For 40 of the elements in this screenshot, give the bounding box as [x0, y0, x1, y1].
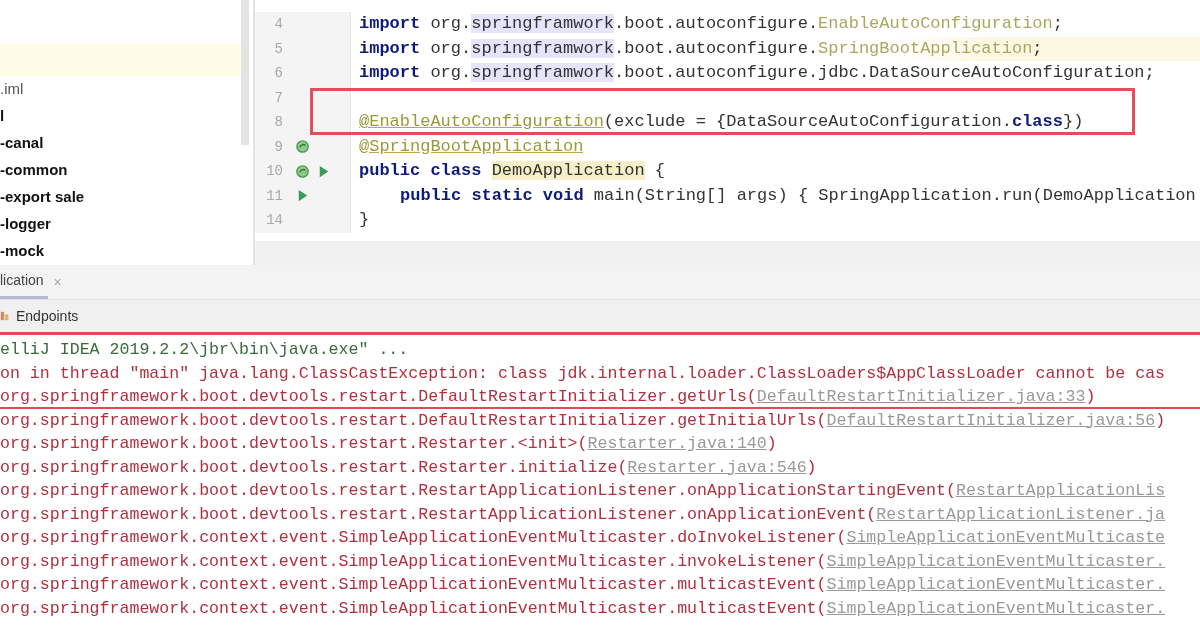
line-number: 4 [273, 16, 283, 33]
tree-item[interactable]: -export sale [0, 183, 253, 210]
console-line: org.springframework.context.event.SimpleApplicationEventMulticaster.invokeListener(SimpleApplicationEventMulticaster. [0, 550, 1167, 573]
endpoints-tab[interactable]: Endpoints [16, 308, 79, 324]
endpoints-icon [0, 309, 10, 323]
line-number: 7 [273, 89, 283, 106]
bean-icon[interactable] [295, 139, 310, 155]
tree-item[interactable]: l [0, 102, 253, 129]
console-line: org.springframework.boot.devtools.restart.DefaultRestartInitializer.getInitialUrls(DefaultRestartInitializer.java:56) [0, 409, 1167, 432]
line-number: 6 [273, 65, 283, 82]
console-line: org.springframework.boot.devtools.restart.RestartApplicationListener.onApplicationEvent(RestartApplicationListener.ja [0, 503, 1167, 526]
console-line: org.springframework.context.event.SimpleApplicationEventMulticaster.multicastEvent(SimpleApplicationEventMulticaster. [0, 574, 1167, 596]
line-number: 11 [265, 187, 283, 204]
console-line: org.springframework.context.event.SimpleApplicationEventMulticaster.multicastEvent(SimpleApplicationEventMulticaster. [0, 597, 1167, 620]
tree-item[interactable]: -canal [0, 129, 253, 156]
tree-item[interactable]: -mock [0, 237, 253, 264]
tree-item[interactable]: -common [0, 156, 253, 183]
console-line: on in thread "main" java.lang.ClassCastException: class jdk.internal.loader.ClassLoaders$AppClassLoader cannot be cas [0, 362, 1167, 385]
code-line: public class DemoApplication { [358, 160, 666, 182]
console-line: org.springframework.boot.devtools.restart.Restarter.<init>(Restarter.java:140) [0, 433, 778, 455]
line-number: 5 [273, 40, 283, 57]
tree-item[interactable]: .iml [0, 75, 253, 102]
console-line: org.springframework.boot.devtools.restart.Restarter.initialize(Restarter.java:546) [0, 456, 818, 479]
line-number: 9 [273, 138, 283, 155]
code-line: public static void main(String[] args) { SpringApplication.run(DemoApplication [399, 184, 1196, 207]
code-line: import org.springframwork.boot.autoconfigure.jdbc.DataSourceAutoConfiguration; [358, 62, 1155, 84]
bean-icon[interactable] [295, 163, 310, 179]
code-line: } [358, 209, 370, 231]
code-line: @SpringBootApplication [358, 135, 584, 158]
code-line: @EnableAutoConfiguration(exclude = {DataSourceAutoConfiguration.class}) [358, 111, 1084, 133]
console-line: org.springframework.context.event.SimpleApplicationEventMulticaster.doInvokeListener(SimpleApplicationEventMulticaste [0, 527, 1167, 549]
code-line: import org.springframwork.boot.autoconfigure.EnableAutoConfiguration; [358, 13, 1063, 35]
line-number: 14 [265, 212, 283, 229]
tree-item[interactable]: -logger [0, 210, 253, 237]
console-line: org.springframework.boot.devtools.restart.RestartApplicationListener.onApplicationStartingEvent(RestartApplicationLis [0, 480, 1167, 502]
line-number: 10 [265, 163, 283, 180]
console-line: elliJ IDEA 2019.2.2\jbr\bin\java.exe" ... [0, 339, 410, 361]
console-line: org.springframework.boot.devtools.restart.DefaultRestartInitializer.getUrls(DefaultRestartInitializer.java:33) [0, 385, 1200, 409]
code-line: import org.springframwork.boot.autoconfigure.SpringBootApplication; [358, 37, 1043, 60]
line-number: 8 [273, 114, 283, 131]
